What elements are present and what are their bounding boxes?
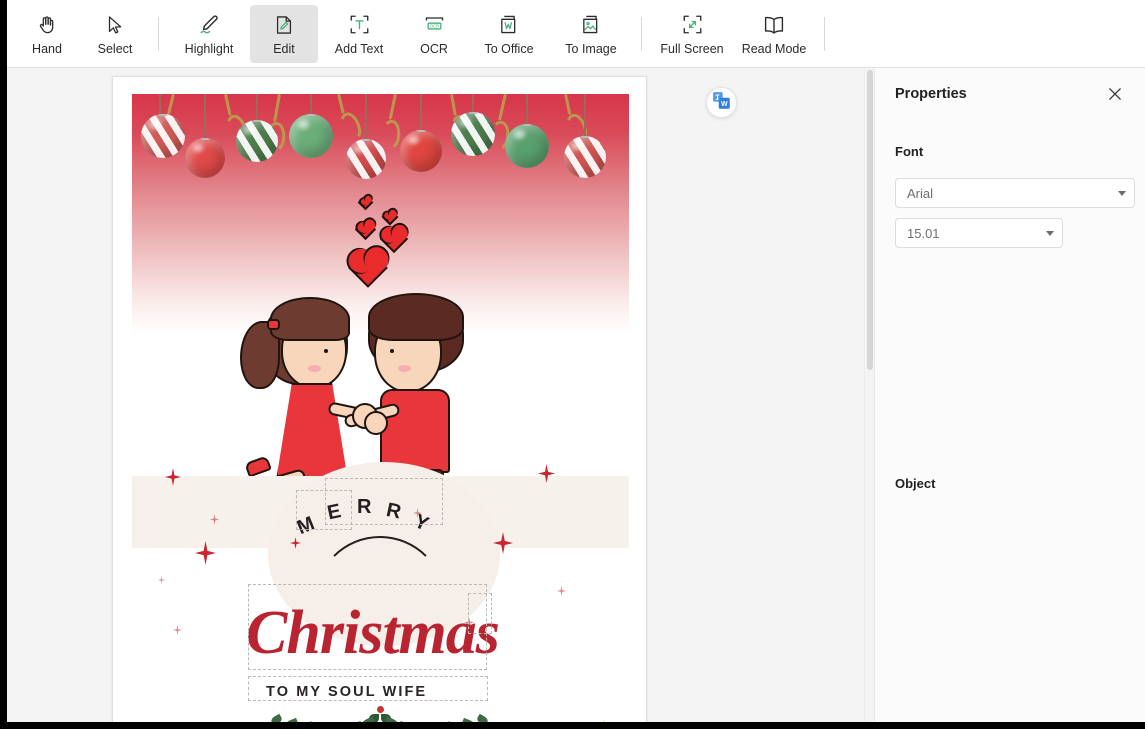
pdf-page-content: M E R R Y Christmas TO MY SOUL WIFE bbox=[132, 94, 629, 722]
chevron-down-icon bbox=[1118, 190, 1126, 196]
tool-full-screen[interactable]: Full Screen bbox=[651, 5, 733, 63]
properties-header: Properties bbox=[875, 68, 1145, 120]
font-section-title: Font bbox=[895, 144, 924, 159]
font-size-value: 15.01 bbox=[907, 225, 940, 241]
tool-select-label: Select bbox=[97, 41, 133, 56]
merry-letter: R bbox=[357, 496, 372, 518]
pdf-to-word-badge-button[interactable]: W bbox=[706, 87, 737, 118]
application-window: Hand Select Highlight Edit Add Text OCR … bbox=[0, 0, 1145, 729]
font-family-select[interactable]: Arial bbox=[895, 178, 1135, 208]
tool-ocr-label: OCR bbox=[420, 41, 448, 56]
to-image-icon bbox=[578, 12, 604, 38]
hand-icon bbox=[34, 12, 60, 38]
document-vertical-scrollbar[interactable] bbox=[864, 68, 874, 722]
tool-full-screen-label: Full Screen bbox=[660, 41, 724, 56]
merry-letter: E bbox=[325, 500, 343, 525]
sub-headline[interactable]: TO MY SOUL WIFE bbox=[266, 684, 427, 700]
object-section-title: Object bbox=[895, 476, 936, 491]
tool-ocr[interactable]: OCR OCR bbox=[400, 5, 468, 63]
ornament bbox=[289, 114, 333, 158]
tool-to-image[interactable]: To Image bbox=[550, 5, 632, 63]
to-word-icon bbox=[496, 12, 522, 38]
tool-hand[interactable]: Hand bbox=[13, 5, 81, 63]
book-icon bbox=[761, 12, 787, 38]
christmas-tree-graphic bbox=[560, 720, 629, 722]
svg-text:OCR: OCR bbox=[429, 24, 438, 29]
close-icon[interactable] bbox=[1104, 83, 1126, 105]
document-workspace[interactable]: M E R R Y Christmas TO MY SOUL WIFE W bbox=[7, 68, 874, 722]
properties-title: Properties bbox=[895, 86, 967, 102]
ornament bbox=[185, 138, 225, 178]
sparkle bbox=[158, 576, 165, 584]
chevron-down-icon bbox=[1046, 230, 1054, 236]
ornament bbox=[451, 112, 495, 156]
tool-add-text[interactable]: Add Text bbox=[318, 5, 400, 63]
svg-text:W: W bbox=[721, 100, 728, 107]
ornament bbox=[141, 114, 185, 158]
cursor-icon bbox=[102, 12, 128, 38]
tool-highlight[interactable]: Highlight bbox=[168, 5, 250, 63]
pdf-page[interactable]: M E R R Y Christmas TO MY SOUL WIFE bbox=[112, 76, 647, 722]
ornament bbox=[505, 124, 549, 168]
wreath-divider bbox=[265, 706, 495, 722]
sparkle bbox=[557, 586, 566, 596]
tool-hand-label: Hand bbox=[32, 41, 62, 56]
font-size-select[interactable]: 15.01 bbox=[895, 218, 1063, 248]
add-text-icon bbox=[346, 12, 372, 38]
tool-to-office-label: To Office bbox=[484, 41, 534, 56]
page-scroll-area: M E R R Y Christmas TO MY SOUL WIFE W bbox=[7, 68, 874, 722]
toolbar-divider-1 bbox=[158, 16, 159, 51]
font-family-value: Arial bbox=[907, 185, 934, 201]
tool-edit-label: Edit bbox=[273, 41, 295, 56]
tool-to-image-label: To Image bbox=[565, 41, 617, 56]
tool-select[interactable]: Select bbox=[81, 5, 149, 63]
ornament bbox=[236, 120, 278, 162]
pdf-to-word-icon: W bbox=[712, 91, 731, 115]
christmas-headline[interactable]: Christmas bbox=[246, 598, 500, 669]
toolbar-divider-2 bbox=[641, 16, 642, 51]
tool-highlight-label: Highlight bbox=[184, 41, 234, 56]
tool-edit[interactable]: Edit bbox=[250, 4, 318, 63]
merry-letter: Y bbox=[410, 510, 432, 536]
tool-read-mode[interactable]: Read Mode bbox=[733, 5, 815, 63]
tool-read-mode-label: Read Mode bbox=[741, 41, 807, 56]
sparkle bbox=[173, 625, 182, 635]
expand-icon bbox=[679, 12, 705, 38]
toolbar-divider-3 bbox=[824, 16, 825, 51]
ornament bbox=[564, 136, 606, 178]
highlighter-icon bbox=[196, 12, 222, 38]
ocr-icon: OCR bbox=[421, 12, 447, 38]
edit-page-icon bbox=[271, 12, 297, 38]
tool-add-text-label: Add Text bbox=[334, 41, 384, 56]
merry-headline[interactable]: M E R R Y bbox=[294, 492, 432, 539]
properties-panel: Properties Font Arial 15.01 Object bbox=[874, 68, 1145, 722]
scrollbar-thumb[interactable] bbox=[867, 70, 873, 370]
main-toolbar: Hand Select Highlight Edit Add Text OCR … bbox=[7, 0, 1145, 68]
tool-to-office[interactable]: To Office bbox=[468, 5, 550, 63]
ornament bbox=[400, 130, 442, 172]
merry-letter: R bbox=[384, 499, 404, 524]
ornament bbox=[346, 139, 386, 179]
